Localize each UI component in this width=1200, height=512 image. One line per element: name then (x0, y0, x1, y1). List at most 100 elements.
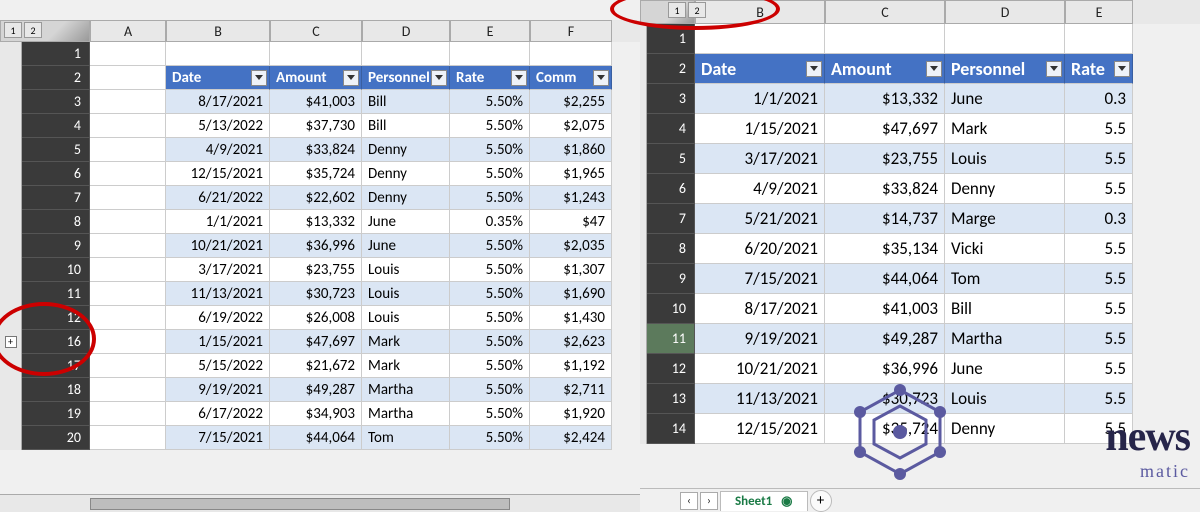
row-header[interactable]: 1 (647, 24, 695, 54)
cell[interactable]: Martha (945, 324, 1065, 354)
cell[interactable]: 1/1/2021 (166, 210, 270, 234)
row-header[interactable]: 16 (22, 330, 90, 354)
row-header[interactable]: 3 (22, 90, 90, 114)
row-header[interactable]: 20 (22, 426, 90, 450)
cell[interactable] (945, 24, 1065, 54)
row-header[interactable]: 6 (647, 174, 695, 204)
cell[interactable]: Martha (362, 378, 450, 402)
cell[interactable]: 5.5 (1065, 114, 1133, 144)
row-header[interactable]: 10 (22, 258, 90, 282)
cell[interactable]: $47 (530, 210, 612, 234)
cell[interactable]: 0.3 (1065, 204, 1133, 234)
cell[interactable]: 4/9/2021 (166, 138, 270, 162)
row-header[interactable]: 9 (647, 264, 695, 294)
row-header[interactable]: 19 (22, 402, 90, 426)
table-row[interactable]: 207/15/2021$44,064Tom5.50%$2,424 (0, 426, 640, 450)
cell[interactable]: $1,243 (530, 186, 612, 210)
cell[interactable]: 5.50% (450, 282, 530, 306)
cell[interactable]: $13,332 (270, 210, 362, 234)
cell[interactable] (695, 24, 825, 54)
table-row[interactable]: 2DateAmountPersonnelRate (640, 54, 1200, 84)
row-header[interactable]: 14 (647, 414, 695, 444)
column-header-D-right[interactable]: D (945, 0, 1065, 24)
row-header[interactable]: 8 (22, 210, 90, 234)
column-header-C-right[interactable]: C (825, 0, 945, 24)
cell[interactable] (90, 114, 166, 138)
cell[interactable] (90, 210, 166, 234)
table-row[interactable]: 189/19/2021$49,287Martha5.50%$2,711 (0, 378, 640, 402)
cell[interactable]: Louis (945, 384, 1065, 414)
table-row[interactable]: 108/17/2021$41,003Bill5.5 (640, 294, 1200, 324)
cell[interactable]: 5.5 (1065, 234, 1133, 264)
cell[interactable]: $49,287 (270, 378, 362, 402)
cell[interactable]: $2,623 (530, 330, 612, 354)
filter-dropdown-amount[interactable] (926, 61, 942, 77)
row-header[interactable]: 11 (647, 324, 695, 354)
cell[interactable]: 5.5 (1065, 354, 1133, 384)
column-header-D[interactable]: D (362, 20, 450, 42)
cell[interactable]: $30,723 (270, 282, 362, 306)
row-header[interactable]: 9 (22, 234, 90, 258)
cell[interactable]: Tom (362, 426, 450, 450)
cell[interactable]: $14,737 (825, 204, 945, 234)
table-row[interactable]: 86/20/2021$35,134Vicki5.5 (640, 234, 1200, 264)
cell[interactable]: Mark (362, 354, 450, 378)
grid-body-left[interactable]: 12DateAmountPersonnelRateComm38/17/2021$… (0, 42, 640, 494)
table-row[interactable]: 119/19/2021$49,287Martha5.5 (640, 324, 1200, 354)
cell[interactable]: 5.50% (450, 354, 530, 378)
tab-nav-prev[interactable]: ‹ (680, 492, 698, 510)
cell[interactable] (90, 282, 166, 306)
cell[interactable]: $23,755 (270, 258, 362, 282)
cell[interactable]: Denny (945, 414, 1065, 444)
row-header[interactable]: 3 (647, 84, 695, 114)
cell[interactable]: 1/15/2021 (166, 330, 270, 354)
cell[interactable] (270, 42, 362, 66)
row-header[interactable]: 10 (647, 294, 695, 324)
cell[interactable]: 5.50% (450, 234, 530, 258)
table-row[interactable]: 1 (0, 42, 640, 66)
cell[interactable] (450, 42, 530, 66)
table-row[interactable]: 910/21/2021$36,996June5.50%$2,035 (0, 234, 640, 258)
table-row[interactable]: 1210/21/2021$36,996June5.5 (640, 354, 1200, 384)
cell[interactable]: 5.50% (450, 426, 530, 450)
cell[interactable]: $1,192 (530, 354, 612, 378)
row-header[interactable]: 5 (22, 138, 90, 162)
cell[interactable]: 8/17/2021 (166, 90, 270, 114)
cell[interactable]: 12/15/2021 (166, 162, 270, 186)
row-header[interactable]: 1 (22, 42, 90, 66)
table-header-comm[interactable]: Comm (530, 66, 612, 90)
column-header-E-right[interactable]: E (1065, 0, 1133, 24)
row-header[interactable]: 11 (22, 282, 90, 306)
cell[interactable]: 5.5 (1065, 144, 1133, 174)
outline-level-1-button-right[interactable]: 1 (668, 2, 686, 18)
cell[interactable]: $1,430 (530, 306, 612, 330)
cell[interactable]: $44,064 (825, 264, 945, 294)
cell[interactable]: Tom (945, 264, 1065, 294)
cell[interactable]: Bill (945, 294, 1065, 324)
cell[interactable]: 5.50% (450, 90, 530, 114)
filter-dropdown-date[interactable] (251, 70, 267, 86)
cell[interactable]: 6/17/2022 (166, 402, 270, 426)
cell[interactable]: 8/17/2021 (695, 294, 825, 324)
row-header[interactable]: 8 (647, 234, 695, 264)
row-header[interactable]: 7 (22, 186, 90, 210)
cell[interactable]: $21,672 (270, 354, 362, 378)
cell[interactable]: $41,003 (825, 294, 945, 324)
cell[interactable]: 3/17/2021 (695, 144, 825, 174)
sheet-tab-sheet1[interactable]: Sheet1 ◉ (720, 491, 808, 511)
cell[interactable]: Martha (362, 402, 450, 426)
cell[interactable] (90, 354, 166, 378)
cell[interactable]: 5.5 (1065, 294, 1133, 324)
table-row[interactable]: 38/17/2021$41,003Bill5.50%$2,255 (0, 90, 640, 114)
table-row[interactable]: 53/17/2021$23,755Louis5.5 (640, 144, 1200, 174)
table-row[interactable]: 75/21/2021$14,737Marge0.3 (640, 204, 1200, 234)
cell[interactable]: $35,134 (825, 234, 945, 264)
cell[interactable] (90, 90, 166, 114)
row-header[interactable]: 7 (647, 204, 695, 234)
cell[interactable]: $41,003 (270, 90, 362, 114)
cell[interactable] (90, 306, 166, 330)
cell[interactable]: 5/21/2021 (695, 204, 825, 234)
cell[interactable]: Denny (945, 174, 1065, 204)
cell[interactable]: June (362, 234, 450, 258)
cell[interactable]: $1,307 (530, 258, 612, 282)
